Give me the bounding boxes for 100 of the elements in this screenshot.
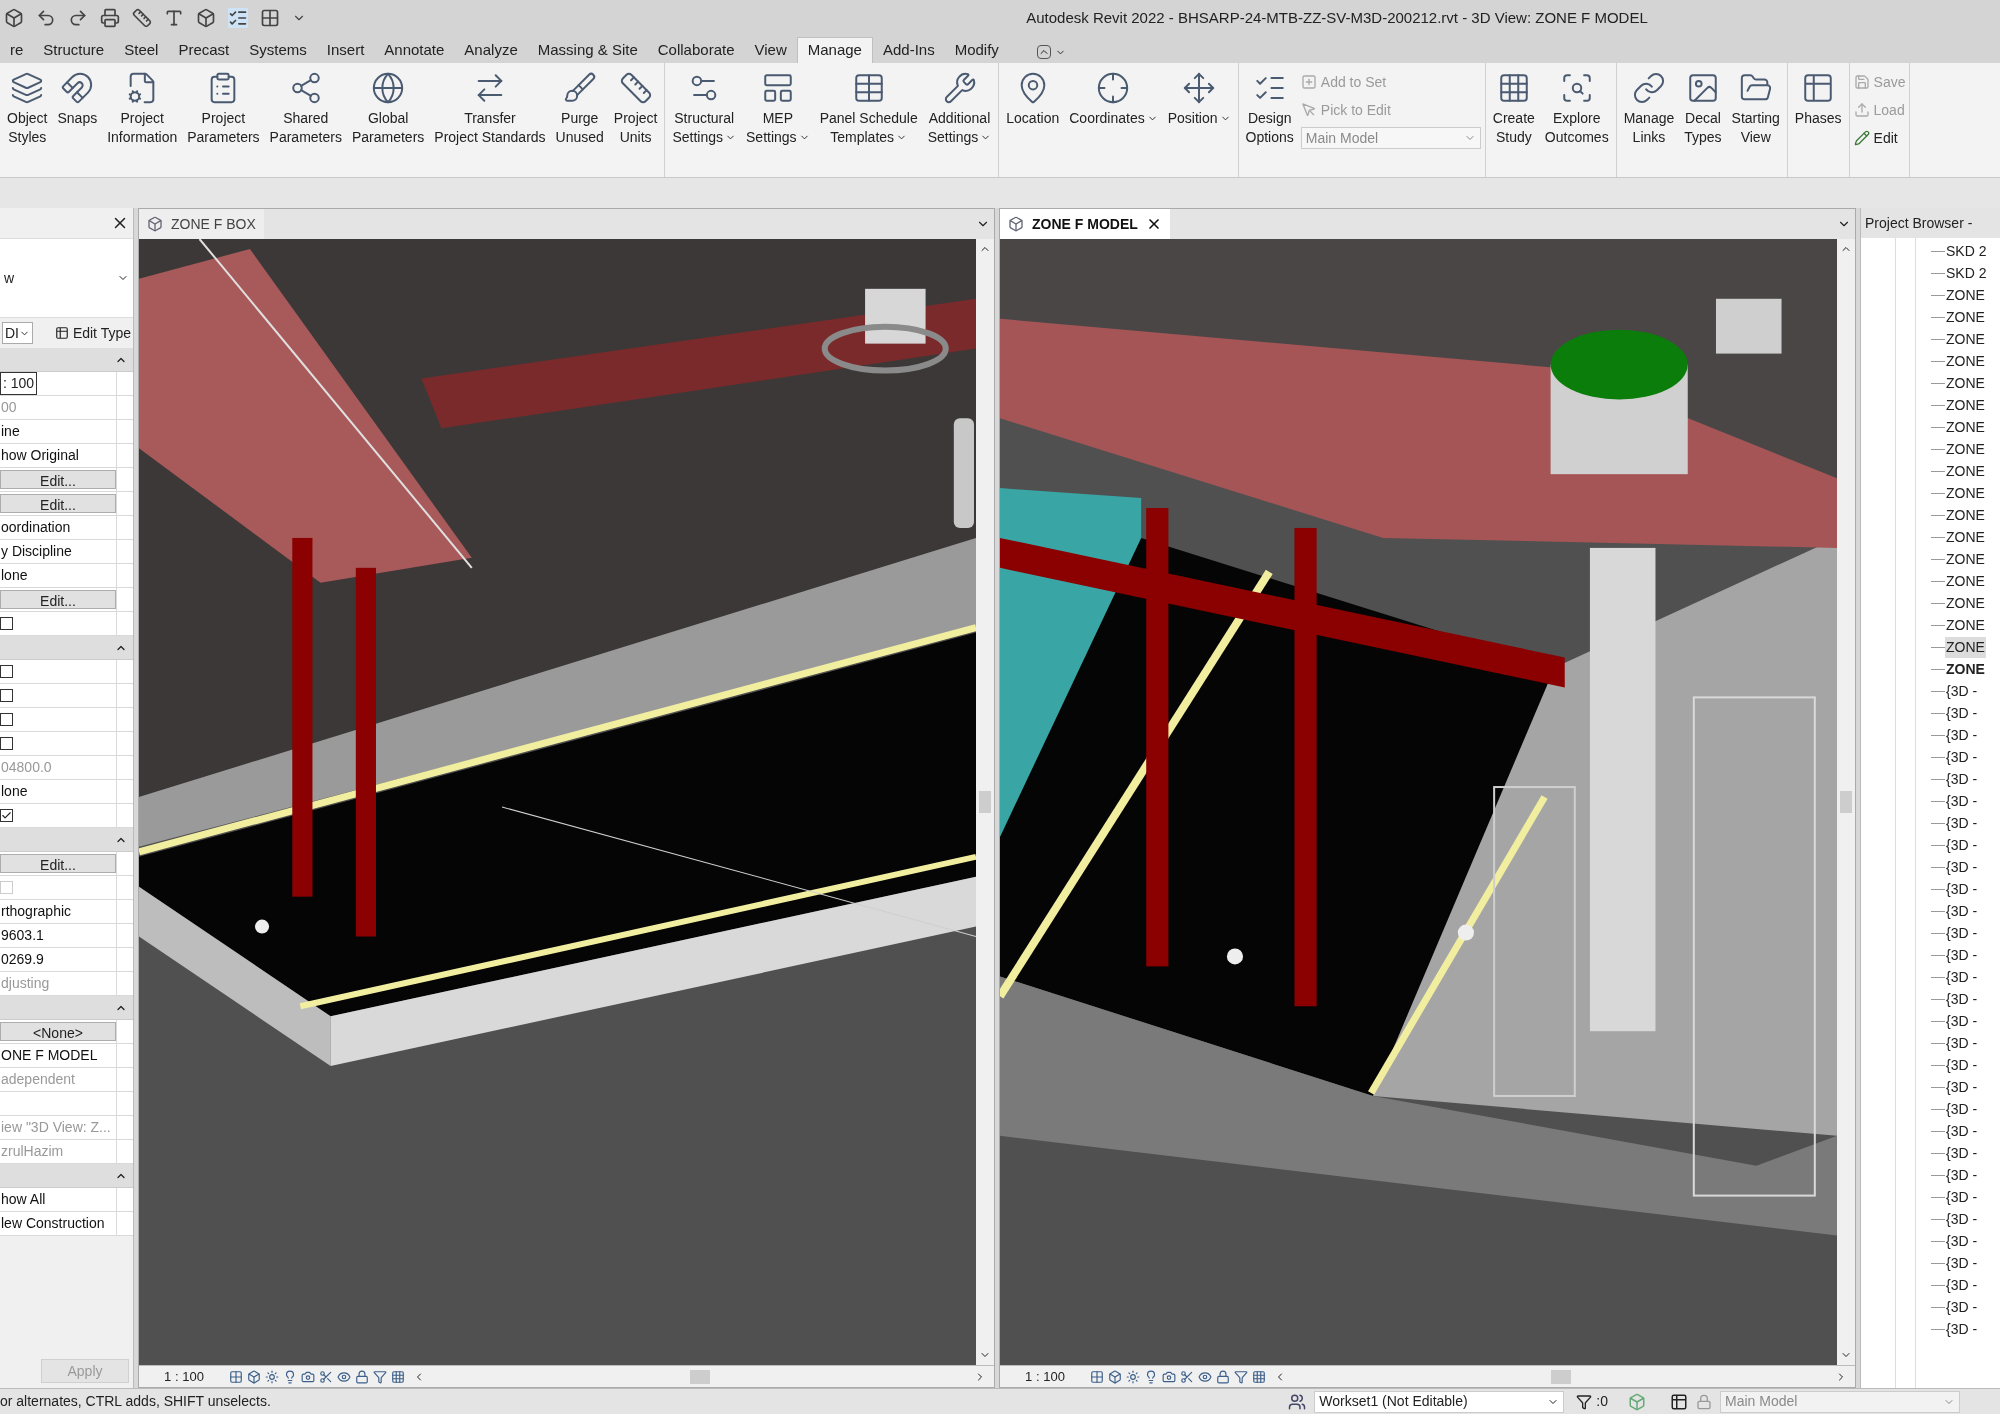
ribbon-tab[interactable]: View	[744, 37, 797, 63]
window-icon[interactable]	[260, 8, 280, 28]
value-field[interactable]: : 100	[0, 372, 38, 395]
browser-item[interactable]: {3D -	[1945, 680, 1979, 702]
ribbon-button[interactable]: Project Units	[610, 67, 661, 147]
browser-item[interactable]: SKD 2	[1945, 262, 1988, 284]
browser-item[interactable]: ZONE	[1945, 350, 1986, 372]
text-icon[interactable]	[164, 8, 184, 28]
browser-item[interactable]: ZONE	[1945, 306, 1986, 328]
ribbon-button[interactable]: Purge Unused	[552, 67, 607, 147]
box-icon[interactable]	[247, 1369, 261, 1384]
browser-item[interactable]: ZONE	[1945, 394, 1986, 416]
checkbox[interactable]	[0, 617, 13, 630]
browser-item[interactable]: {3D -	[1945, 1186, 1979, 1208]
ribbon-tab[interactable]: Insert	[316, 37, 375, 63]
browser-item[interactable]: {3D -	[1945, 922, 1979, 944]
camera-icon[interactable]	[301, 1369, 315, 1384]
browser-item[interactable]: {3D -	[1945, 944, 1979, 966]
ribbon-tab[interactable]: Analyze	[454, 37, 528, 63]
browser-item[interactable]: ZONE	[1945, 504, 1986, 526]
ribbon-button[interactable]: Create Study	[1489, 67, 1538, 147]
instance-selector[interactable]: DI	[2, 322, 33, 344]
ribbon-button[interactable]: Manage Links	[1620, 67, 1678, 147]
checkbox[interactable]	[0, 689, 13, 702]
ribbon-button[interactable]: MEP Settings	[743, 67, 813, 147]
browser-item[interactable]: ZONE	[1945, 570, 1986, 592]
ribbon-button[interactable]: Position	[1164, 67, 1234, 128]
edit-button[interactable]: <None>	[0, 1022, 116, 1041]
ribbon-button[interactable]: Explore Outcomes	[1541, 67, 1612, 147]
browser-item[interactable]: ZONE	[1945, 526, 1986, 548]
vertical-scrollbar[interactable]	[1837, 239, 1855, 1365]
ribbon-tab[interactable]: Precast	[168, 37, 240, 63]
ribbon-button[interactable]: Transfer Project Standards	[431, 67, 549, 147]
type-selector[interactable]: w	[4, 267, 15, 289]
browser-item[interactable]: ZONE	[1945, 614, 1986, 636]
scroll-thumb[interactable]	[1840, 791, 1852, 813]
document-tab[interactable]: ZONE F BOX	[139, 209, 264, 239]
ribbon-button[interactable]: Project Information	[104, 67, 181, 147]
3d-view-icon[interactable]	[196, 8, 216, 28]
ribbon-tab[interactable]: Manage	[796, 37, 873, 63]
browser-item[interactable]: ZONE	[1945, 658, 1986, 680]
ribbon-button[interactable]: Panel Schedule Templates	[816, 67, 921, 147]
edit-type-button[interactable]: Edit Type	[54, 322, 131, 344]
vertical-scrollbar[interactable]	[976, 239, 994, 1365]
grid-icon[interactable]	[1090, 1369, 1104, 1384]
browser-item[interactable]: {3D -	[1945, 856, 1979, 878]
browser-item[interactable]: {3D -	[1945, 1142, 1979, 1164]
ribbon-tab[interactable]: Annotate	[374, 37, 455, 63]
browser-item[interactable]: {3D -	[1945, 834, 1979, 856]
browser-item[interactable]: ZONE	[1945, 438, 1986, 460]
ribbon-button[interactable]: Snaps	[54, 67, 101, 128]
browser-item[interactable]: ZONE	[1945, 548, 1986, 570]
browser-item[interactable]: {3D -	[1945, 1318, 1979, 1340]
ribbon-tab[interactable]: Steel	[114, 37, 169, 63]
list-icon[interactable]	[228, 8, 248, 28]
sun-icon[interactable]	[265, 1369, 279, 1384]
ribbon-button[interactable]: Global Parameters	[348, 67, 428, 147]
checkbox[interactable]	[0, 713, 13, 726]
lock-icon[interactable]	[355, 1369, 369, 1384]
filter-icon[interactable]	[1576, 1393, 1593, 1410]
browser-item[interactable]: ZONE	[1945, 328, 1986, 350]
checkbox[interactable]	[0, 809, 13, 822]
browser-item[interactable]: {3D -	[1945, 988, 1979, 1010]
browser-item[interactable]: {3D -	[1945, 1252, 1979, 1274]
grid-icon[interactable]	[391, 1369, 405, 1384]
ribbon-button[interactable]: Decal Types	[1681, 67, 1725, 147]
ribbon-button[interactable]: Object Styles	[4, 67, 51, 147]
browser-item[interactable]: {3D -	[1945, 900, 1979, 922]
browser-item[interactable]: ZONE	[1945, 482, 1986, 504]
scroll-thumb[interactable]	[979, 791, 991, 813]
ribbon-tab[interactable]: Collaborate	[647, 37, 745, 63]
camera-icon[interactable]	[1162, 1369, 1176, 1384]
browser-item[interactable]: {3D -	[1945, 1010, 1979, 1032]
browser-item[interactable]: ZONE	[1945, 460, 1986, 482]
browser-item[interactable]: SKD 2	[1945, 240, 1988, 262]
browser-item[interactable]: {3D -	[1945, 966, 1979, 988]
edit-button[interactable]: Edit...	[0, 854, 116, 873]
ribbon-button[interactable]: Phases	[1791, 67, 1845, 128]
edit-button[interactable]: Edit...	[0, 494, 116, 513]
grid-icon[interactable]	[1252, 1369, 1266, 1384]
browser-item[interactable]: ZONE	[1945, 592, 1986, 614]
browser-item[interactable]: {3D -	[1945, 1032, 1979, 1054]
box-icon[interactable]	[1108, 1369, 1122, 1384]
browser-item[interactable]: {3D -	[1945, 878, 1979, 900]
document-tab[interactable]: ZONE F MODEL	[1000, 209, 1170, 239]
browser-item[interactable]: {3D -	[1945, 746, 1979, 768]
ribbon-tab[interactable]: Structure	[33, 37, 115, 63]
ribbon-button[interactable]: Location	[1003, 67, 1063, 128]
sun-icon[interactable]	[1126, 1369, 1140, 1384]
eye-icon[interactable]	[1198, 1369, 1212, 1384]
browser-item[interactable]: {3D -	[1945, 724, 1979, 746]
workset-icon[interactable]	[1288, 1392, 1307, 1411]
browser-item[interactable]: ZONE	[1945, 636, 1986, 658]
browser-item[interactable]: {3D -	[1945, 1208, 1979, 1230]
ribbon-button[interactable]: Starting View	[1728, 67, 1783, 147]
lock-icon[interactable]	[1216, 1369, 1230, 1384]
view-scale[interactable]: 1 : 100	[1000, 1366, 1090, 1387]
ribbon-button[interactable]: Project Parameters	[184, 67, 263, 147]
browser-item[interactable]: ZONE	[1945, 372, 1986, 394]
edit-button[interactable]: Edit...	[0, 470, 116, 489]
